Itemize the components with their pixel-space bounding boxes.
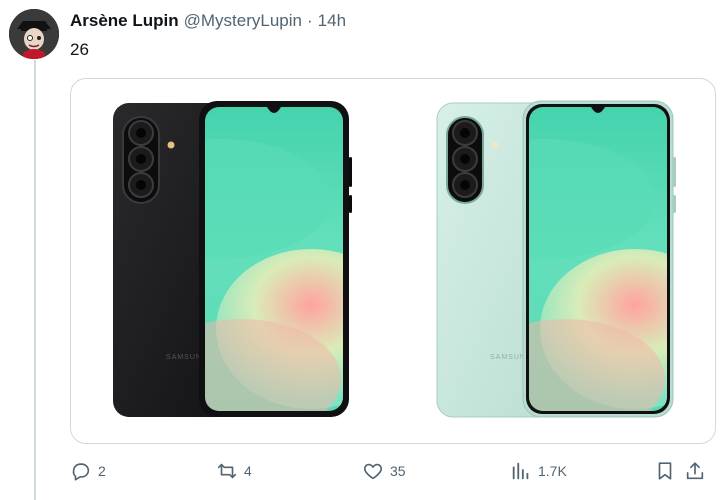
thread-line: [34, 60, 36, 500]
tweet-text: 26: [70, 40, 89, 59]
bookmark-icon: [658, 462, 672, 480]
tweet-actions: 2 4 35 1.7K: [70, 456, 714, 486]
retweet-count: 4: [244, 463, 252, 479]
avatar[interactable]: [9, 9, 59, 59]
tweet-time[interactable]: 14h: [318, 11, 346, 31]
reply-count: 2: [98, 463, 106, 479]
reply-icon: [72, 463, 90, 481]
like-button[interactable]: 35: [362, 456, 406, 486]
bookmark-button[interactable]: [654, 456, 676, 486]
like-count: 35: [390, 463, 406, 479]
tweet-media[interactable]: SAMSUNG SAMSUNG: [70, 78, 716, 444]
reply-button[interactable]: 2: [70, 456, 106, 486]
views-button[interactable]: 1.7K: [510, 456, 567, 486]
phones-image: SAMSUNG SAMSUNG: [113, 100, 676, 418]
author-handle[interactable]: @MysteryLupin: [184, 11, 302, 31]
share-button[interactable]: [684, 456, 706, 486]
views-count: 1.7K: [538, 463, 567, 479]
author-name[interactable]: Arsène Lupin: [70, 11, 179, 31]
retweet-button[interactable]: 4: [216, 456, 252, 486]
retweet-icon: [217, 463, 237, 479]
like-icon: [363, 463, 383, 480]
tweet-header: Arsène Lupin @MysteryLupin · 14h: [70, 11, 346, 33]
separator-dot: ·: [306, 11, 313, 30]
views-icon: [512, 462, 529, 480]
share-icon: [686, 462, 704, 480]
avatar-image: [9, 9, 59, 59]
